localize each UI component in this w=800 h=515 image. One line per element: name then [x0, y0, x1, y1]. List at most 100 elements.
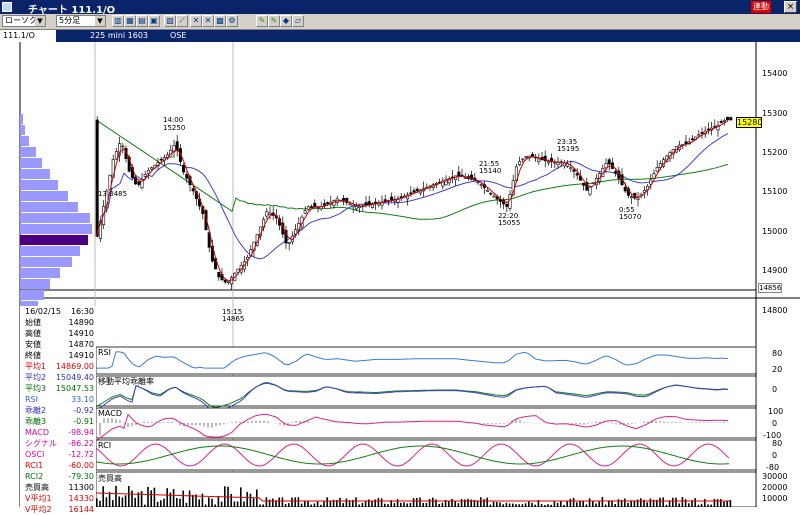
volume-bar — [566, 500, 568, 507]
volume-bar — [160, 500, 162, 507]
volume-bar — [588, 498, 591, 507]
eraser-icon[interactable]: ▱ — [292, 15, 304, 27]
volume-bar — [659, 497, 661, 507]
rci-tick: 0 — [772, 451, 777, 460]
info-row: 平均2 15049.40 — [20, 372, 96, 383]
pencil-icon[interactable]: ✎ — [256, 15, 268, 27]
volume-profile-bar — [20, 224, 92, 234]
volume-profile-bar — [20, 246, 80, 256]
volume-bar — [115, 485, 117, 507]
volume-bar — [579, 501, 581, 507]
candle-body — [265, 211, 269, 217]
grid-icon[interactable]: ▦ — [124, 15, 136, 27]
volume-bar — [617, 499, 620, 507]
volume-bar — [672, 497, 674, 507]
volume-bar — [460, 499, 463, 507]
candle-body — [399, 196, 403, 198]
rci-tick: 80 — [772, 439, 782, 448]
candle-body — [313, 202, 317, 208]
info-value: 14890 — [68, 318, 94, 327]
volume-bar — [409, 503, 412, 507]
trend-icon[interactable]: ⟋ — [176, 15, 188, 27]
volume-bar — [265, 497, 268, 507]
annotation-price: 15195 — [557, 145, 579, 153]
volume-bar — [345, 498, 348, 507]
interval-value: 5分足 — [59, 16, 81, 25]
deviation-panel-title: 移動平均乖離率 — [98, 376, 154, 386]
info-label: シグナル — [25, 439, 57, 448]
compare-icon[interactable]: ▧ — [164, 15, 176, 27]
candle-body — [684, 141, 688, 145]
volume-bar — [198, 499, 200, 507]
volume-bar — [172, 489, 175, 507]
pencil-green-icon[interactable]: ✎ — [268, 15, 280, 27]
candle-body — [348, 203, 352, 206]
candle-body — [591, 182, 595, 185]
volume-bar — [278, 497, 280, 507]
candle-body — [322, 203, 326, 206]
zoom-icon[interactable]: ▣ — [148, 15, 160, 27]
macd-panel-title: MACD — [98, 409, 122, 418]
candle-body — [556, 162, 560, 166]
annotation-time: 14:00 — [163, 116, 183, 124]
candle-body — [489, 192, 493, 195]
close-button[interactable]: × — [784, 1, 797, 13]
volume-bar — [192, 494, 194, 507]
volume-bar — [592, 501, 594, 507]
chevron-down-icon: ▼ — [95, 16, 105, 26]
volume-bar — [313, 503, 316, 507]
chart-canvas[interactable]: 15400 15300 15200 15100 15000 14900 1480… — [0, 42, 800, 507]
volume-bar — [108, 491, 111, 507]
candle-body — [486, 190, 490, 192]
volume-bar — [176, 498, 178, 507]
interval-select[interactable]: 5分足 ▼ — [56, 15, 106, 27]
candle-body — [358, 206, 362, 209]
cross-icon[interactable]: ✕ — [190, 15, 202, 27]
volume-bar — [364, 501, 367, 507]
volume-bar — [323, 501, 325, 507]
volume-panel: 売買高 30000 20000 10000 — [95, 471, 787, 507]
candle-body — [508, 194, 512, 209]
candle-body — [719, 121, 723, 124]
candle-body — [700, 132, 704, 134]
volume-profile-bar — [20, 158, 42, 168]
info-label: RCI1 — [25, 461, 44, 470]
info-label: 始値 — [25, 318, 41, 327]
bar-chart-icon[interactable]: ▥ — [112, 15, 124, 27]
chart-type-select[interactable]: ローソク ▼ — [2, 15, 46, 27]
candle-body — [623, 186, 627, 192]
info-value: 14910 — [68, 329, 94, 338]
candle-body — [226, 281, 230, 284]
symbol-code[interactable]: 111.1/O — [0, 30, 56, 42]
x-icon[interactable]: ✕ — [202, 15, 214, 27]
volume-profile-bar — [20, 191, 68, 201]
price-tick: 14800 — [762, 306, 787, 315]
table-icon[interactable]: ▤ — [136, 15, 148, 27]
volume-profile-bar — [20, 290, 44, 300]
volume-bar — [560, 501, 562, 507]
volume-bar — [531, 502, 533, 507]
candle-body — [562, 162, 566, 167]
link-toggle-button[interactable]: 連動 — [751, 1, 771, 13]
candle-body — [150, 167, 154, 170]
settings-icon[interactable]: ⚙ — [226, 15, 238, 27]
info-row: 平均1 14869.00 — [20, 361, 96, 372]
candle-body — [582, 182, 586, 186]
candle-body — [121, 145, 125, 148]
candle-body — [159, 158, 163, 161]
info-row: 平均3 15047.53 — [20, 383, 96, 394]
info-value: -98.94 — [68, 428, 94, 437]
candle-body — [95, 119, 99, 237]
volume-bar — [681, 497, 684, 507]
volume-bar — [720, 499, 722, 507]
candle-body — [706, 128, 710, 131]
candle-body — [374, 201, 378, 204]
volume-bar — [169, 492, 172, 507]
paint-icon[interactable]: ◆ — [280, 15, 292, 27]
volume-bar — [131, 490, 133, 507]
candle-body — [630, 196, 634, 198]
volume-bar — [454, 501, 456, 507]
volume-bar — [297, 497, 300, 507]
info-row: RCI1 -60.00 — [20, 460, 96, 471]
calc-icon[interactable]: ▩ — [214, 15, 226, 27]
